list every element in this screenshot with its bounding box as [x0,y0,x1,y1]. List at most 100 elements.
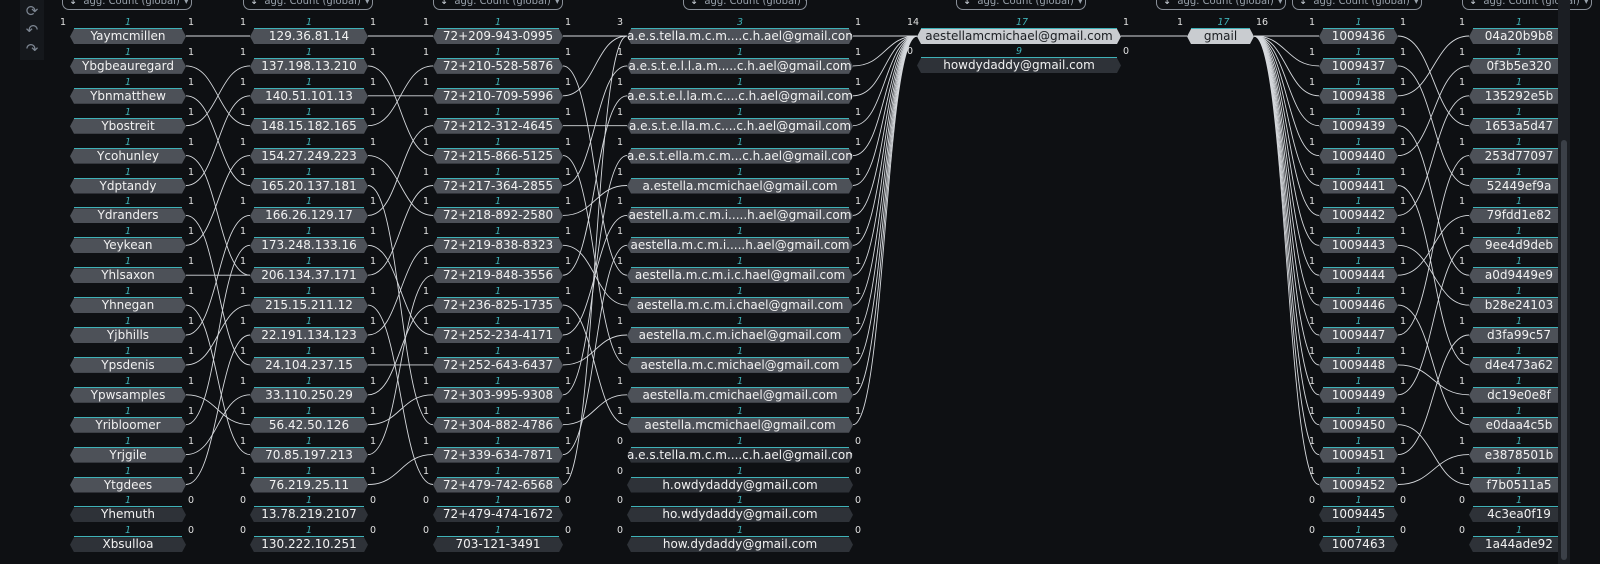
graph-node[interactable]: 72+218-892-2580 [433,208,563,223]
sort-icon[interactable]: ↓ [250,0,258,7]
sort-icon[interactable]: ↓ [1469,0,1477,7]
column-header-6[interactable]: ↓ agg. Count (global) ▾ [1292,0,1422,10]
graph-node[interactable]: Ydptandy [70,179,186,194]
graph-node[interactable]: 9ee4d9deb [1469,238,1569,253]
graph-node[interactable]: 72+210-709-5996 [433,89,563,104]
graph-node[interactable]: 137.198.13.210 [250,59,368,74]
graph-node[interactable]: Ybgbeauregard [70,59,186,74]
graph-node[interactable]: 1a44ade92 [1469,537,1569,552]
graph-node[interactable]: aestella.m.cmichael@gmail.com [627,388,853,403]
graph-node[interactable]: aestella.m.c.m.i.c.hael@gmail.com [627,268,853,283]
graph-node[interactable]: 135292e5b [1469,89,1569,104]
graph-node[interactable]: Ycohunley [70,149,186,164]
sort-icon[interactable]: ↓ [1163,0,1171,7]
column-header-2[interactable]: ↓ agg. Count (global) ▾ [433,0,563,10]
graph-node[interactable]: a.e.s.t.e.lla.m.c....c.h.ael@gmail.com [627,119,853,134]
column-header-7[interactable]: ↓ agg. Count (global) ▾ [1462,0,1592,10]
graph-node[interactable]: 1007463 [1319,537,1398,552]
graph-node[interactable]: 1009452 [1319,478,1398,493]
graph-node[interactable]: aestella.mcmichael@gmail.com [627,418,853,433]
graph-node[interactable]: 173.248.133.16 [250,238,368,253]
graph-node[interactable]: 1009437 [1319,59,1398,74]
graph-node[interactable]: 1009450 [1319,418,1398,433]
graph-node[interactable]: 22.191.134.123 [250,328,368,343]
graph-node[interactable]: 148.15.182.165 [250,119,368,134]
chevron-down-icon[interactable]: ▾ [1414,0,1419,7]
sort-icon[interactable]: ↓ [963,0,971,7]
graph-node[interactable]: Ydranders [70,208,186,223]
sort-icon[interactable]: ↓ [1299,0,1307,7]
graph-node[interactable]: a.e.s.t.e.l.la.m.c....c.h.ael@gmail.com [627,89,853,104]
column-header-0[interactable]: ↓ agg. Count (global) ▾ [62,0,192,10]
graph-node[interactable]: d3fa99c57 [1469,328,1569,343]
graph-node[interactable]: f7b0511a5 [1469,478,1569,493]
graph-node[interactable]: dc19e0e8f [1469,388,1569,403]
graph-canvas[interactable]: ↓ agg. Count (global) ▾ Yaymcmillen 1 1 1 Ybgbe… [0,0,1600,564]
graph-node[interactable]: Yeykean [70,238,186,253]
graph-node[interactable]: Yhemuth [70,507,186,522]
sort-icon[interactable]: ↓ [440,0,448,7]
graph-node[interactable]: aestell.a.m.c.m.i.....h.ael@gmail.com [627,208,853,223]
graph-node[interactable]: a0d9449e9 [1469,268,1569,283]
graph-node[interactable]: a.estella.mcmichael@gmail.com [627,179,853,194]
graph-node[interactable]: 1009440 [1319,149,1398,164]
graph-node[interactable]: 72+209-943-0995 [433,29,563,44]
graph-node[interactable]: 72+217-364-2855 [433,179,563,194]
graph-node[interactable]: 72+304-882-4786 [433,418,563,433]
column-header-5[interactable]: ↓ agg. Count (global) ▾ [1156,0,1286,10]
chevron-down-icon[interactable]: ▾ [555,0,560,7]
graph-node[interactable]: 0f3b5e320 [1469,59,1569,74]
graph-node[interactable]: a.e.s.tella.m.c.m....c.h.ael@gmail.com [627,29,853,44]
graph-node[interactable]: b28e24103 [1469,298,1569,313]
graph-node[interactable]: 72+210-528-5876 [433,59,563,74]
graph-node[interactable]: 72+252-234-4171 [433,328,563,343]
graph-node[interactable]: Yrjgile [70,448,186,463]
sort-icon[interactable]: ↓ [69,0,77,7]
graph-node[interactable]: how.dydaddy@gmail.com [627,537,853,552]
graph-node[interactable]: aestella.m.c.m.ichael@gmail.com [627,328,853,343]
sort-icon[interactable]: ↓ [690,0,698,7]
graph-node[interactable]: 33.110.250.29 [250,388,368,403]
graph-node[interactable]: 165.20.137.181 [250,179,368,194]
graph-node[interactable]: 52449ef9a [1469,179,1569,194]
graph-node[interactable]: Yribloomer [70,418,186,433]
graph-node[interactable]: aestella.m.c.m.i.chael@gmail.com [627,298,853,313]
graph-node[interactable]: Ytgdees [70,478,186,493]
graph-node[interactable]: 72+339-634-7871 [433,448,563,463]
graph-node[interactable]: e3878501b [1469,448,1569,463]
chevron-down-icon[interactable]: ▾ [184,0,189,7]
graph-node[interactable]: 56.42.50.126 [250,418,368,433]
graph-node[interactable]: 72+219-848-3556 [433,268,563,283]
scrollbar-thumb[interactable] [1561,140,1567,560]
graph-node[interactable]: 129.36.81.14 [250,29,368,44]
graph-node[interactable]: 70.85.197.213 [250,448,368,463]
graph-node[interactable]: 1009436 [1319,29,1398,44]
graph-node[interactable]: d4e473a62 [1469,358,1569,373]
graph-node[interactable]: e0daa4c5b [1469,418,1569,433]
graph-node[interactable]: gmail [1187,29,1254,44]
graph-node[interactable]: 703-121-3491 [433,537,563,552]
graph-node[interactable]: 72+303-995-9308 [433,388,563,403]
redo-icon[interactable]: ↷ [22,40,42,58]
graph-node[interactable]: 154.27.249.223 [250,149,368,164]
graph-node[interactable]: 253d77097 [1469,149,1569,164]
graph-node[interactable]: 72+212-312-4645 [433,119,563,134]
graph-node[interactable]: 4c3ea0f19 [1469,507,1569,522]
graph-node[interactable]: Ybostreit [70,119,186,134]
graph-node[interactable]: 1009442 [1319,208,1398,223]
graph-node[interactable]: 206.134.37.171 [250,268,368,283]
graph-node[interactable]: 1009451 [1319,448,1398,463]
graph-node[interactable]: Yjbhills [70,328,186,343]
graph-node[interactable]: 72+215-866-5125 [433,149,563,164]
undo-icon[interactable]: ↶ [22,21,42,39]
graph-node[interactable]: aestella.m.c.michael@gmail.com [627,358,853,373]
column-header-4[interactable]: ↓ agg. Count (global) ▾ [956,0,1086,10]
graph-node[interactable]: 1009449 [1319,388,1398,403]
graph-node[interactable]: h.owdydaddy@gmail.com [627,478,853,493]
graph-node[interactable]: 166.26.129.17 [250,208,368,223]
column-header-1[interactable]: ↓ agg. Count (global) ▾ [243,0,373,10]
graph-node[interactable]: 72+252-643-6437 [433,358,563,373]
graph-node[interactable]: 79fdd1e82 [1469,208,1569,223]
graph-node[interactable]: 1653a5d47 [1469,119,1569,134]
chevron-down-icon[interactable]: ▾ [365,0,370,7]
